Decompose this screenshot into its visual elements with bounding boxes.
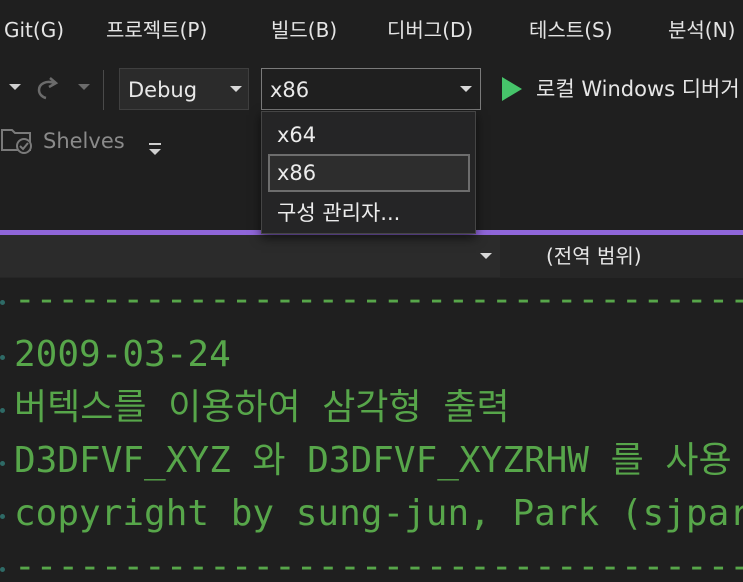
solution-platform-combo[interactable]: x86	[261, 68, 481, 110]
start-debugging-button[interactable]: 로컬 Windows 디버거	[536, 74, 740, 104]
option-label: x64	[277, 123, 317, 147]
menu-bar: Git(G) 프로젝트(P) 빌드(B) 디버그(D) 테스트(S) 분석(N)	[0, 0, 743, 60]
option-label: x86	[277, 161, 317, 185]
comment-line: 2009-03-24	[14, 334, 231, 375]
platform-option-x86[interactable]: x86	[268, 154, 470, 192]
comment-line: D3DFVF_XYZ 와 D3DFVF_XYZRHW 를 사용	[14, 440, 732, 481]
start-debugging-play-icon[interactable]	[502, 77, 522, 101]
menu-build[interactable]: 빌드(B)	[271, 14, 337, 46]
comment-line: -----------------------------------	[14, 546, 743, 582]
toolbar-separator	[103, 70, 104, 110]
menu-debug[interactable]: 디버그(D)	[387, 14, 473, 46]
scope-combo[interactable]: (전역 범위)	[546, 241, 642, 271]
undo-dropdown-chevron-icon[interactable]	[9, 84, 21, 90]
configuration-manager-option[interactable]: 구성 관리자...	[268, 194, 470, 232]
comment-line: -----------------------------------	[14, 279, 743, 320]
menu-test[interactable]: 테스트(S)	[529, 14, 613, 46]
platform-dropdown-list: x64 x86 구성 관리자...	[261, 111, 476, 234]
configuration-value: Debug	[128, 78, 198, 102]
chevron-down-icon	[460, 86, 472, 92]
code-editor[interactable]: ----------------------------------- 2009…	[0, 278, 743, 582]
whitespace-marker	[0, 300, 5, 305]
whitespace-marker	[0, 514, 5, 519]
whitespace-marker	[0, 355, 5, 360]
solution-configuration-combo[interactable]: Debug	[119, 68, 249, 110]
redo-icon[interactable]	[34, 74, 62, 102]
platform-option-x64[interactable]: x64	[268, 116, 470, 154]
toolbar-overflow-icon[interactable]	[148, 142, 162, 156]
shelves-label[interactable]: Shelves	[43, 126, 125, 156]
option-label: 구성 관리자...	[277, 201, 401, 225]
redo-dropdown-chevron-icon[interactable]	[78, 84, 90, 90]
platform-value: x86	[270, 78, 310, 102]
whitespace-marker	[0, 408, 5, 413]
comment-line: 버텍스를 이용하여 삼각형 출력	[14, 387, 510, 428]
comment-line: copyright by sung-jun, Park (sjpark	[14, 493, 743, 534]
menu-project[interactable]: 프로젝트(P)	[106, 14, 207, 46]
chevron-down-icon	[230, 86, 242, 92]
project-scope-combo[interactable]	[0, 235, 500, 277]
chevron-down-icon	[480, 253, 492, 259]
whitespace-marker	[0, 461, 5, 466]
menu-git[interactable]: Git(G)	[4, 14, 64, 46]
menu-analyze[interactable]: 분석(N)	[668, 14, 735, 46]
shelves-icon[interactable]	[0, 124, 36, 156]
whitespace-marker	[0, 567, 5, 572]
